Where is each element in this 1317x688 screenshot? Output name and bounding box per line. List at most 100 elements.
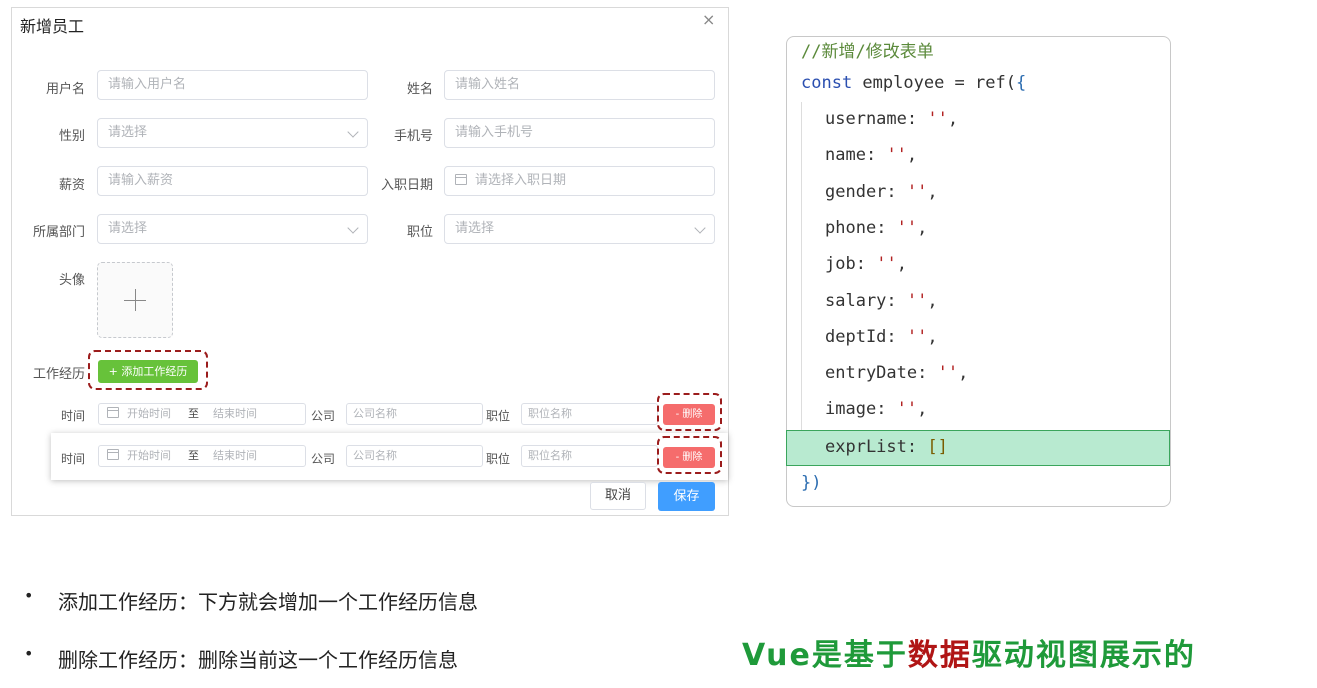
dialog-title: 新增员工 xyxy=(20,17,85,36)
time-label: 时间 xyxy=(61,409,86,423)
code-open-brace: { xyxy=(1015,73,1027,93)
gender-placeholder: 请选择 xyxy=(108,125,148,140)
add-experience-button[interactable]: + 添加工作经历 xyxy=(98,360,198,383)
code-key: image xyxy=(825,399,877,420)
avatar-upload[interactable] xyxy=(97,262,173,338)
company-label: 公司 xyxy=(311,409,336,423)
end-time-placeholder: 结束时间 xyxy=(213,449,257,462)
code-decl: const employee = ref({ xyxy=(801,73,1026,93)
code-comma: , xyxy=(896,254,907,275)
code-key: salary xyxy=(825,290,887,311)
end-time-placeholder: 结束时间 xyxy=(213,407,257,420)
bullet-item: • 添加工作经历：下方就会增加一个工作经历信息 xyxy=(24,586,478,615)
gender-select[interactable]: 请选择 xyxy=(97,118,368,148)
code-decl-rest: employee = ref( xyxy=(852,73,1016,93)
dept-label: 所属部门 xyxy=(32,225,85,240)
code-line-gender: gender: '', xyxy=(825,181,938,202)
code-key: deptId xyxy=(825,326,887,347)
entry-date-picker[interactable]: 请选择入职日期 xyxy=(444,166,715,196)
chevron-down-icon xyxy=(347,126,359,138)
code-close: }) xyxy=(801,473,822,493)
gender-label: 性别 xyxy=(58,129,85,144)
salary-input[interactable]: 请输入薪资 xyxy=(97,166,368,196)
code-key: job xyxy=(825,254,856,275)
code-line-phone: phone: '', xyxy=(825,217,928,238)
slogan-highlight: 数据 xyxy=(907,638,972,673)
code-line-username: username: '', xyxy=(825,109,959,129)
dept-select[interactable]: 请选择 xyxy=(97,214,368,244)
avatar-label: 头像 xyxy=(58,273,85,288)
code-panel: //新增/修改表单 const employee = ref({ usernam… xyxy=(786,36,1171,507)
delete-experience-button[interactable]: - 删除 xyxy=(663,447,715,468)
bullet-item: • 删除工作经历：删除当前这一个工作经历信息 xyxy=(24,644,458,673)
start-time-placeholder: 开始时间 xyxy=(127,449,171,462)
code-comma: , xyxy=(947,109,959,129)
dept-placeholder: 请选择 xyxy=(108,221,148,236)
save-button[interactable]: 保存 xyxy=(658,482,715,511)
bullet-dot: • xyxy=(24,586,34,605)
calendar-icon xyxy=(107,407,119,418)
code-value: [] xyxy=(927,437,948,457)
code-key: username xyxy=(825,109,907,129)
start-time-placeholder: 开始时间 xyxy=(127,407,171,420)
range-separator: 至 xyxy=(188,449,199,462)
range-separator: 至 xyxy=(188,407,199,420)
slogan-part: 驱动视图展示的 xyxy=(971,638,1196,673)
code-line-exprlist: exprList: [] xyxy=(825,437,948,457)
code-keyword: const xyxy=(801,73,853,93)
code-line-name: name: '', xyxy=(825,145,918,166)
code-line-entrydate: entryDate: '', xyxy=(825,363,969,384)
code-comma: , xyxy=(958,363,969,384)
time-label: 时间 xyxy=(61,452,86,466)
bullet-dot: • xyxy=(24,644,34,663)
username-input[interactable]: 请输入用户名 xyxy=(97,70,368,100)
job-title-input[interactable]: 职位名称 xyxy=(521,445,658,467)
code-comment: //新增/修改表单 xyxy=(801,42,934,62)
code-comma: , xyxy=(927,326,938,347)
job-label: 职位 xyxy=(406,225,433,240)
code-key: entryDate xyxy=(825,363,918,384)
code-value: '' xyxy=(906,181,928,202)
code-line-image: image: '', xyxy=(825,399,928,420)
code-value: '' xyxy=(876,254,897,275)
code-key: exprList xyxy=(825,437,907,457)
indent-guide xyxy=(801,102,802,447)
code-value: '' xyxy=(937,363,959,384)
slogan: Vue是基于数据驱动视图展示的 xyxy=(742,630,1196,674)
cancel-button[interactable]: 取消 xyxy=(590,482,646,510)
code-value: '' xyxy=(906,290,928,311)
phone-input[interactable]: 请输入手机号 xyxy=(444,118,715,148)
name-input[interactable]: 请输入姓名 xyxy=(444,70,715,100)
company-input[interactable]: 公司名称 xyxy=(346,403,483,425)
code-line-job: job: '', xyxy=(825,254,907,275)
time-range-picker[interactable]: 开始时间 至 结束时间 xyxy=(98,445,306,467)
code-value: '' xyxy=(886,145,907,166)
code-value: '' xyxy=(896,399,918,420)
job-title-label: 职位 xyxy=(486,452,511,466)
code-value: '' xyxy=(896,217,918,238)
chevron-down-icon xyxy=(347,222,359,234)
code-line-salary: salary: '', xyxy=(825,290,938,311)
time-range-picker[interactable]: 开始时间 至 结束时间 xyxy=(98,403,306,425)
job-title-input[interactable]: 职位名称 xyxy=(521,403,658,425)
experience-label: 工作经历 xyxy=(32,367,85,382)
job-select[interactable]: 请选择 xyxy=(444,214,715,244)
entry-date-label: 入职日期 xyxy=(380,178,433,193)
bullet-text: 删除工作经历：删除当前这一个工作经历信息 xyxy=(58,648,458,672)
code-comma: , xyxy=(917,399,928,420)
company-label: 公司 xyxy=(311,452,336,466)
slogan-part: Vue是基于 xyxy=(742,638,908,673)
company-input[interactable]: 公司名称 xyxy=(346,445,483,467)
job-title-label: 职位 xyxy=(486,409,511,423)
bullet-text: 添加工作经历：下方就会增加一个工作经历信息 xyxy=(58,590,478,614)
close-icon[interactable]: × xyxy=(702,10,715,29)
code-key: phone xyxy=(825,217,877,238)
phone-label: 手机号 xyxy=(393,129,433,144)
username-label: 用户名 xyxy=(45,82,85,97)
delete-experience-button[interactable]: - 删除 xyxy=(663,404,715,425)
code-value: '' xyxy=(927,109,948,129)
name-label: 姓名 xyxy=(406,82,433,97)
chevron-down-icon xyxy=(694,222,706,234)
code-key: gender xyxy=(825,181,887,202)
code-value: '' xyxy=(906,326,928,347)
